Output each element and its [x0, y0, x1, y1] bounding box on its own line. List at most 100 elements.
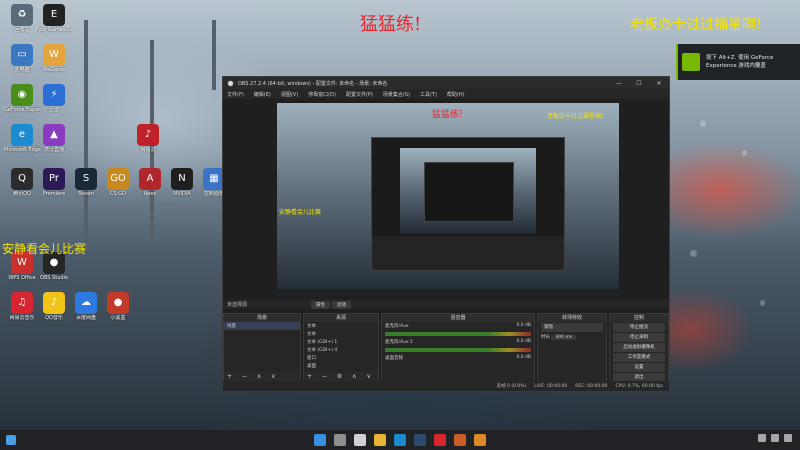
stop-streaming-button[interactable]: 停止推流	[613, 323, 665, 332]
desktop-icon-image: ⚡	[43, 84, 65, 106]
taskbar-netease-icon[interactable]	[434, 434, 446, 446]
rain-drop	[700, 120, 706, 127]
desktop-icon[interactable]: ♻ 回收站	[4, 4, 40, 33]
tray-volume-icon[interactable]	[771, 434, 779, 442]
desktop-icon[interactable]: ▲ 虎牙直播	[36, 124, 72, 153]
desktop-icon[interactable]: e Microsoft Edge	[4, 124, 40, 153]
maximize-icon[interactable]: ☐	[629, 80, 649, 87]
menu-file[interactable]: 文件(F)	[227, 91, 244, 98]
rain-drop	[742, 150, 747, 156]
menu-edit[interactable]: 编辑(E)	[254, 91, 271, 98]
obs-preview[interactable]: 猛猛练! 老板办卡过过福星啊! 安静看会儿比赛	[277, 103, 619, 296]
desktop-icon-label: 此电脑	[14, 67, 30, 73]
controls-dock: 控制 停止推流 停止录制 启动虚拟摄像机 工作室模式 设置 退出	[609, 313, 669, 383]
menu-tools[interactable]: 工具(T)	[420, 91, 437, 98]
desktop-icon[interactable]: ☁ 百度网盘	[68, 292, 104, 321]
desktop-icon[interactable]: EEpic Games Launcher	[36, 4, 72, 33]
properties-button[interactable]: 属性	[311, 301, 330, 309]
nvidia-logo-icon	[682, 53, 700, 71]
desktop-icon-label: 虎牙直播	[43, 147, 64, 153]
menu-docks[interactable]: 停靠窗口(D)	[308, 91, 336, 98]
desktop-icon-image: GO	[107, 168, 129, 190]
menu-profile[interactable]: 配置文件(P)	[346, 91, 373, 98]
mixer-track-name: 麦克风/Aux 2	[385, 340, 413, 345]
source-item[interactable]: 文本	[304, 330, 378, 338]
desktop-icon[interactable]: Pr Premiere	[36, 168, 72, 197]
menu-help[interactable]: 帮助(H)	[447, 91, 465, 98]
desktop-icon-image: ▭	[11, 44, 33, 66]
desktop-icon-label: 网易云	[140, 147, 156, 153]
desktop-icon[interactable]: ◉GeForce Experience	[4, 84, 40, 113]
desktop-icon-label: NVIDIA	[173, 191, 191, 197]
volume-meter[interactable]	[385, 348, 531, 352]
desktop-icon[interactable]: ♪ 网易云	[130, 124, 166, 153]
mixer-track-db: 0.0 dB	[516, 323, 531, 328]
desktop-icon[interactable]: ⚡ 迅雷	[36, 84, 72, 113]
widgets-icon[interactable]	[6, 435, 16, 445]
desktop-icon-label: Steam	[77, 191, 95, 197]
taskbar-steam-icon[interactable]	[414, 434, 426, 446]
obs-menubar: 文件(F) 编辑(E) 视图(V) 停靠窗口(D) 配置文件(P) 场景集合(S…	[223, 89, 669, 99]
taskbar-wps-icon[interactable]	[474, 434, 486, 446]
scene-item[interactable]: 场景	[224, 322, 300, 330]
desktop-icon-image: S	[75, 168, 97, 190]
taskbar-task-view-icon[interactable]	[354, 434, 366, 446]
obs-titlebar[interactable]: OBS 27.2.4 (64-bit, windows) - 配置文件: 未命名…	[223, 77, 669, 89]
close-icon[interactable]: ✕	[649, 80, 669, 87]
obs-window[interactable]: OBS 27.2.4 (64-bit, windows) - 配置文件: 未命名…	[222, 76, 670, 392]
studio-mode-button[interactable]: 工作室模式	[613, 353, 665, 362]
lamp-pole-far	[212, 20, 216, 90]
taskbar-icon-strip	[310, 434, 490, 446]
duration-value[interactable]: 300 ms	[551, 335, 577, 340]
tray-notification-icon[interactable]	[784, 434, 792, 442]
source-item[interactable]: 文本 (GDI+) 4	[304, 346, 378, 354]
sources-header: 来源	[304, 314, 378, 322]
desktop-icon-label: WPS Office	[8, 275, 36, 281]
volume-meter[interactable]	[385, 332, 531, 336]
desktop-icon-label: CS:GO	[109, 191, 127, 197]
tray-network-icon[interactable]	[758, 434, 766, 442]
desktop-icon-label: 迅雷	[48, 107, 59, 113]
taskbar-search-icon[interactable]	[334, 434, 346, 446]
desktop-icon[interactable]: Q 腾讯QQ	[4, 168, 40, 197]
desktop-icon-image: ●	[107, 292, 129, 314]
menu-scene-collection[interactable]: 场景集合(S)	[383, 91, 410, 98]
minimize-icon[interactable]: —	[609, 80, 629, 87]
dropped-frames-status: 丢帧 0 (0.0%)	[496, 384, 527, 389]
stop-recording-button[interactable]: 停止录制	[613, 333, 665, 342]
source-item[interactable]: 文本 (GDI+) 1	[304, 338, 378, 346]
settings-button[interactable]: 设置	[613, 363, 665, 372]
desktop-icon[interactable]: A Apex	[132, 168, 168, 197]
desktop-icon[interactable]: W WeGame	[36, 44, 72, 73]
taskbar-explorer-icon[interactable]	[374, 434, 386, 446]
desktop-icon-label: Epic Games Launcher	[36, 27, 72, 33]
desktop-icon-label: GeForce Experience	[4, 107, 40, 113]
transition-select[interactable]: 渐隐	[541, 323, 603, 332]
preview-taskbar	[277, 289, 619, 296]
desktop-icon-label: 腾讯QQ	[13, 191, 31, 197]
desktop-icon[interactable]: ♪ QQ音乐	[36, 292, 72, 321]
desktop-icon[interactable]: ● 小黑盒	[100, 292, 136, 321]
filters-button[interactable]: 滤镜	[332, 301, 351, 309]
taskbar-edge-icon[interactable]	[394, 434, 406, 446]
source-item[interactable]: 窗口	[304, 354, 378, 362]
desktop-icon-image: ☁	[75, 292, 97, 314]
obs-window-title: OBS 27.2.4 (64-bit, windows) - 配置文件: 未命名…	[238, 80, 388, 87]
live-status: LIVE: 00:00:00	[534, 383, 568, 389]
geforce-toast-line1: 按下 Alt+Z. 使用 GeForce	[706, 55, 774, 61]
source-item[interactable]: 文本	[304, 322, 378, 330]
mixer-track-label: 桌面音频 0.0 dB	[382, 354, 534, 362]
desktop-icon[interactable]: N NVIDIA	[164, 168, 200, 197]
taskbar-start-icon[interactable]	[314, 434, 326, 446]
taskbar-obs-icon[interactable]	[454, 434, 466, 446]
desktop-icon-label: Apex	[143, 191, 157, 197]
source-item[interactable]: 桌面	[304, 362, 378, 370]
preview-yellow-left: 安静看会儿比赛	[279, 209, 322, 216]
desktop-icon[interactable]: ▭ 此电脑	[4, 44, 40, 73]
desktop-icon[interactable]: GO CS:GO	[100, 168, 136, 197]
menu-view[interactable]: 视图(V)	[281, 91, 298, 98]
desktop-icon[interactable]: S Steam	[68, 168, 104, 197]
start-virtual-camera-button[interactable]: 启动虚拟摄像机	[613, 343, 665, 352]
desktop-icon[interactable]: ♫ 网易云音乐	[4, 292, 40, 321]
desktop-icon-image: Pr	[43, 168, 65, 190]
